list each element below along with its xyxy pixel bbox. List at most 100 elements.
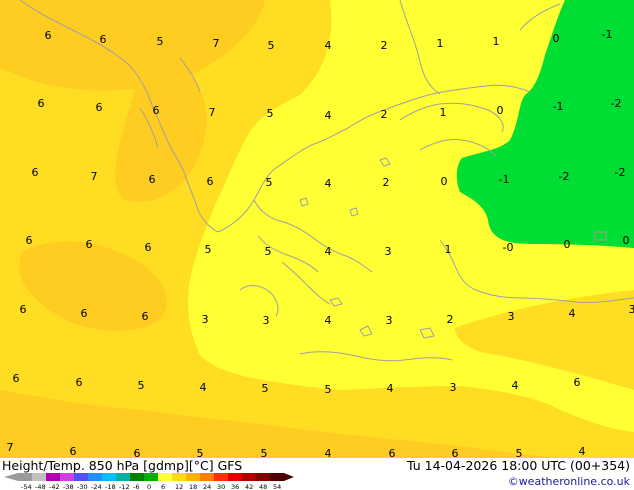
isotherm-label: -1 — [553, 100, 564, 113]
scale-tick-label: -12 — [119, 483, 130, 490]
isotherm-label: 5 — [267, 107, 274, 120]
scale-swatch — [32, 473, 46, 481]
isotherm-label: 2 — [383, 176, 390, 189]
isotherm-label: 4 — [325, 447, 332, 458]
isotherm-label: 6 — [100, 33, 107, 46]
isotherm-label: 1 — [445, 243, 452, 256]
isotherm-label: -0 — [503, 241, 514, 254]
scale-tick-label: 48 — [259, 483, 268, 490]
scale-swatch — [158, 473, 172, 481]
isotherm-label: 6 — [153, 104, 160, 117]
isotherm-label: 6 — [32, 166, 39, 179]
isotherm-label: 3 — [386, 314, 393, 327]
isotherm-label: 6 — [574, 376, 581, 389]
isotherm-label: 5 — [138, 379, 145, 392]
isotherm-label: 5 — [325, 383, 332, 396]
isotherm-label: 4 — [325, 314, 332, 327]
isotherm-label: 7 — [91, 170, 98, 183]
isotherm-label: 7 — [209, 106, 216, 119]
scale-swatch — [102, 473, 116, 481]
weather-map-figure: 6 6 5 7 5 4 2 1 1 0 -1 6 6 6 7 5 4 2 1 0 -1 -2 6 7 6 6 5 4 2 0 -1 -2 -2 6… — [0, 0, 634, 490]
isotherm-label: 0 — [553, 32, 560, 45]
scale-swatch — [144, 473, 158, 481]
isotherm-label: -1 — [499, 173, 510, 186]
isotherm-label: 5 — [516, 447, 523, 458]
isotherm-label: -1 — [602, 28, 613, 41]
map-canvas: 6 6 5 7 5 4 2 1 1 0 -1 6 6 6 7 5 4 2 1 0 -1 -2 6 7 6 6 5 4 2 0 -1 -2 -2 6… — [0, 0, 634, 458]
isotherm-label: 4 — [325, 177, 332, 190]
isotherm-label: 3 — [385, 245, 392, 258]
credit-link[interactable]: ©weatheronline.co.uk — [508, 475, 630, 488]
isotherm-label: 4 — [569, 307, 576, 320]
isotherm-label: 6 — [76, 376, 83, 389]
scale-arrow-right — [284, 473, 294, 481]
isotherm-label: 6 — [86, 238, 93, 251]
isotherm-label: 3 — [629, 303, 634, 316]
scale-tick-label: -42 — [49, 483, 60, 490]
scale-tick-label: 0 — [147, 483, 152, 490]
isotherm-label: 5 — [268, 39, 275, 52]
isotherm-label: 4 — [325, 109, 332, 122]
isotherm-label: 6 — [13, 372, 20, 385]
isotherm-label: 0 — [623, 234, 630, 247]
scale-swatch — [130, 473, 144, 481]
valid-time: Tu 14-04-2026 18:00 UTC (00+354) — [407, 458, 630, 473]
isotherm-label: 2 — [381, 39, 388, 52]
scale-swatch — [116, 473, 130, 481]
scale-tick-label: -24 — [91, 483, 102, 490]
isotherm-label: 5 — [262, 382, 269, 395]
isotherm-label: 5 — [266, 176, 273, 189]
scale-swatch — [186, 473, 200, 481]
scale-tick-label: 6 — [161, 483, 166, 490]
scale-tick-label: -18 — [105, 483, 116, 490]
scale-swatch — [172, 473, 186, 481]
isotherm-label: 6 — [145, 241, 152, 254]
scale-tick-label: -6 — [133, 483, 140, 490]
isotherm-label: 4 — [200, 381, 207, 394]
scale-swatch — [46, 473, 60, 481]
scale-tick-label: 30 — [217, 483, 226, 490]
isotherm-label: 6 — [20, 303, 27, 316]
isotherm-label: 6 — [26, 234, 33, 247]
isotherm-label: 4 — [387, 382, 394, 395]
isotherm-label: 4 — [325, 245, 332, 258]
scale-swatch — [228, 473, 242, 481]
isotherm-label: -2 — [615, 166, 626, 179]
isotherm-label: 3 — [263, 314, 270, 327]
scale-tick-label: 12 — [175, 483, 184, 490]
isotherm-label: 6 — [81, 307, 88, 320]
footer: Height/Temp. 850 hPa [gdmp][°C] GFS Tu 1… — [0, 458, 634, 490]
isotherm-label: 1 — [493, 35, 500, 48]
scale-swatch — [270, 473, 284, 481]
scale-swatches — [4, 473, 294, 481]
isotherm-label: 6 — [149, 173, 156, 186]
isotherm-label: 6 — [142, 310, 149, 323]
isotherm-label: 5 — [157, 35, 164, 48]
isotherm-label: 5 — [197, 447, 204, 458]
isotherm-label: 3 — [202, 313, 209, 326]
isotherm-label: 6 — [207, 175, 214, 188]
isotherm-label: 4 — [325, 39, 332, 52]
isotherm-label: 0 — [441, 175, 448, 188]
scale-tick-label: -38 — [63, 483, 74, 490]
isotherm-label: 2 — [447, 313, 454, 326]
scale-tick-label: -54 — [21, 483, 32, 490]
isotherm-label: 1 — [437, 37, 444, 50]
isotherm-label: 0 — [497, 104, 504, 117]
scale-swatch — [200, 473, 214, 481]
isotherm-label: 4 — [512, 379, 519, 392]
isotherm-label: 7 — [7, 441, 14, 454]
scale-tick-label: 36 — [231, 483, 240, 490]
isotherm-label: 6 — [45, 29, 52, 42]
isotherm-label: 1 — [440, 106, 447, 119]
isotherm-label: 6 — [452, 447, 459, 458]
scale-swatch — [256, 473, 270, 481]
scale-swatch — [60, 473, 74, 481]
scale-tick-label: 18 — [189, 483, 198, 490]
isotherm-label: 3 — [450, 381, 457, 394]
scale-tick-label: -48 — [35, 483, 46, 490]
isotherm-label: 5 — [261, 447, 268, 458]
scale-tick-label: 54 — [273, 483, 282, 490]
isotherm-label: -2 — [559, 170, 570, 183]
isotherm-label: -2 — [611, 97, 622, 110]
